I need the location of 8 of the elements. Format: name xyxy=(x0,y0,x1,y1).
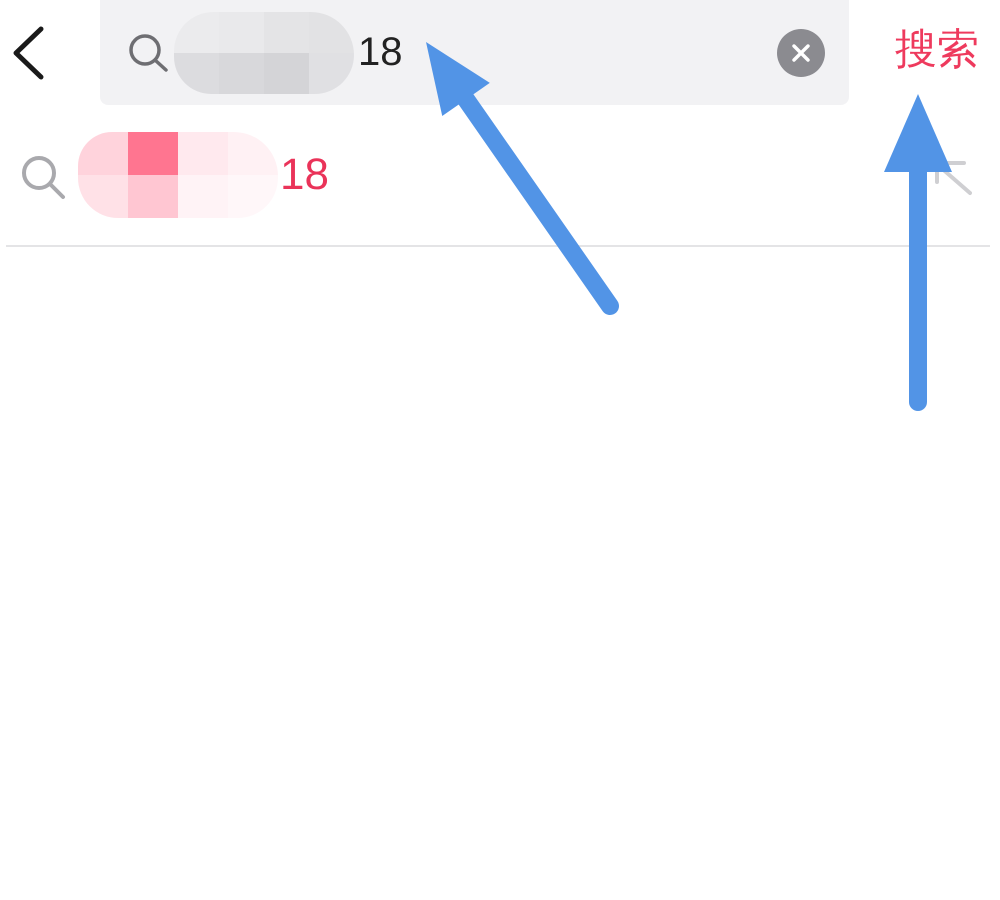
search-icon xyxy=(128,32,170,72)
search-button[interactable]: 搜索 xyxy=(895,26,979,73)
suggestion-text[interactable]: 18 xyxy=(280,150,329,200)
clear-button[interactable] xyxy=(777,28,825,76)
back-icon xyxy=(12,26,44,80)
search-field[interactable]: 18 xyxy=(100,0,849,105)
search-icon xyxy=(20,154,66,200)
close-icon xyxy=(792,44,810,62)
